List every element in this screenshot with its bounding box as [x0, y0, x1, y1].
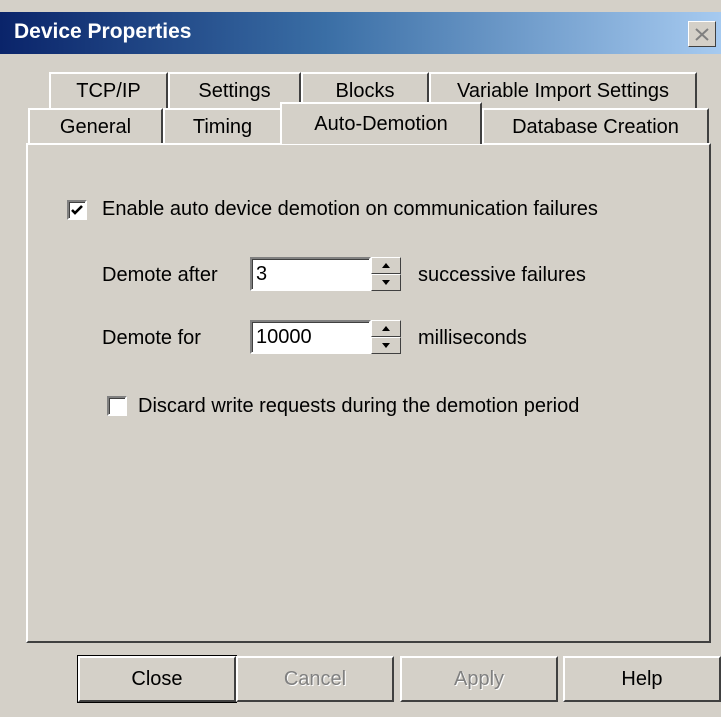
- checkmark-icon: [71, 205, 83, 215]
- tab-database-creation[interactable]: Database Creation: [482, 108, 709, 144]
- device-properties-dialog: Device Properties TCP/IP Settings Blocks…: [0, 0, 721, 717]
- tab-general[interactable]: General: [28, 108, 163, 144]
- demote-for-unit: milliseconds: [418, 327, 527, 349]
- apply-button[interactable]: Apply: [400, 656, 558, 702]
- close-window-button[interactable]: [688, 21, 716, 47]
- demote-for-input[interactable]: 10000: [250, 320, 371, 354]
- demote-after-spin-up[interactable]: [371, 257, 401, 274]
- demote-for-spin-up[interactable]: [371, 320, 401, 337]
- discard-write-requests-label[interactable]: Discard write requests during the demoti…: [138, 395, 579, 418]
- help-button[interactable]: Help: [563, 656, 721, 702]
- title-bar[interactable]: Device Properties: [0, 12, 721, 54]
- close-icon: [689, 22, 715, 46]
- demote-for-label: Demote for: [102, 327, 201, 349]
- demote-after-spin-down[interactable]: [371, 274, 401, 291]
- tab-tcp-ip[interactable]: TCP/IP: [49, 72, 168, 108]
- enable-auto-demotion-checkbox[interactable]: [67, 200, 87, 220]
- cancel-button[interactable]: Cancel: [236, 656, 394, 702]
- tab-auto-demotion[interactable]: Auto-Demotion: [280, 102, 482, 144]
- spin-up-icon: [382, 263, 390, 268]
- demote-after-unit: successive failures: [418, 264, 586, 286]
- demote-for-spin-down[interactable]: [371, 337, 401, 354]
- demote-after-input[interactable]: 3: [250, 257, 371, 291]
- spin-down-icon: [382, 280, 390, 285]
- window-title: Device Properties: [14, 20, 192, 43]
- tab-timing[interactable]: Timing: [163, 108, 282, 144]
- spin-down-icon: [382, 343, 390, 348]
- demote-after-label: Demote after: [102, 264, 218, 286]
- discard-write-requests-checkbox[interactable]: [107, 396, 127, 416]
- demote-after-spinner[interactable]: [371, 257, 401, 291]
- close-button[interactable]: Close: [77, 655, 237, 703]
- enable-auto-demotion-label[interactable]: Enable auto device demotion on communica…: [102, 198, 598, 221]
- spin-up-icon: [382, 326, 390, 331]
- demote-for-spinner[interactable]: [371, 320, 401, 354]
